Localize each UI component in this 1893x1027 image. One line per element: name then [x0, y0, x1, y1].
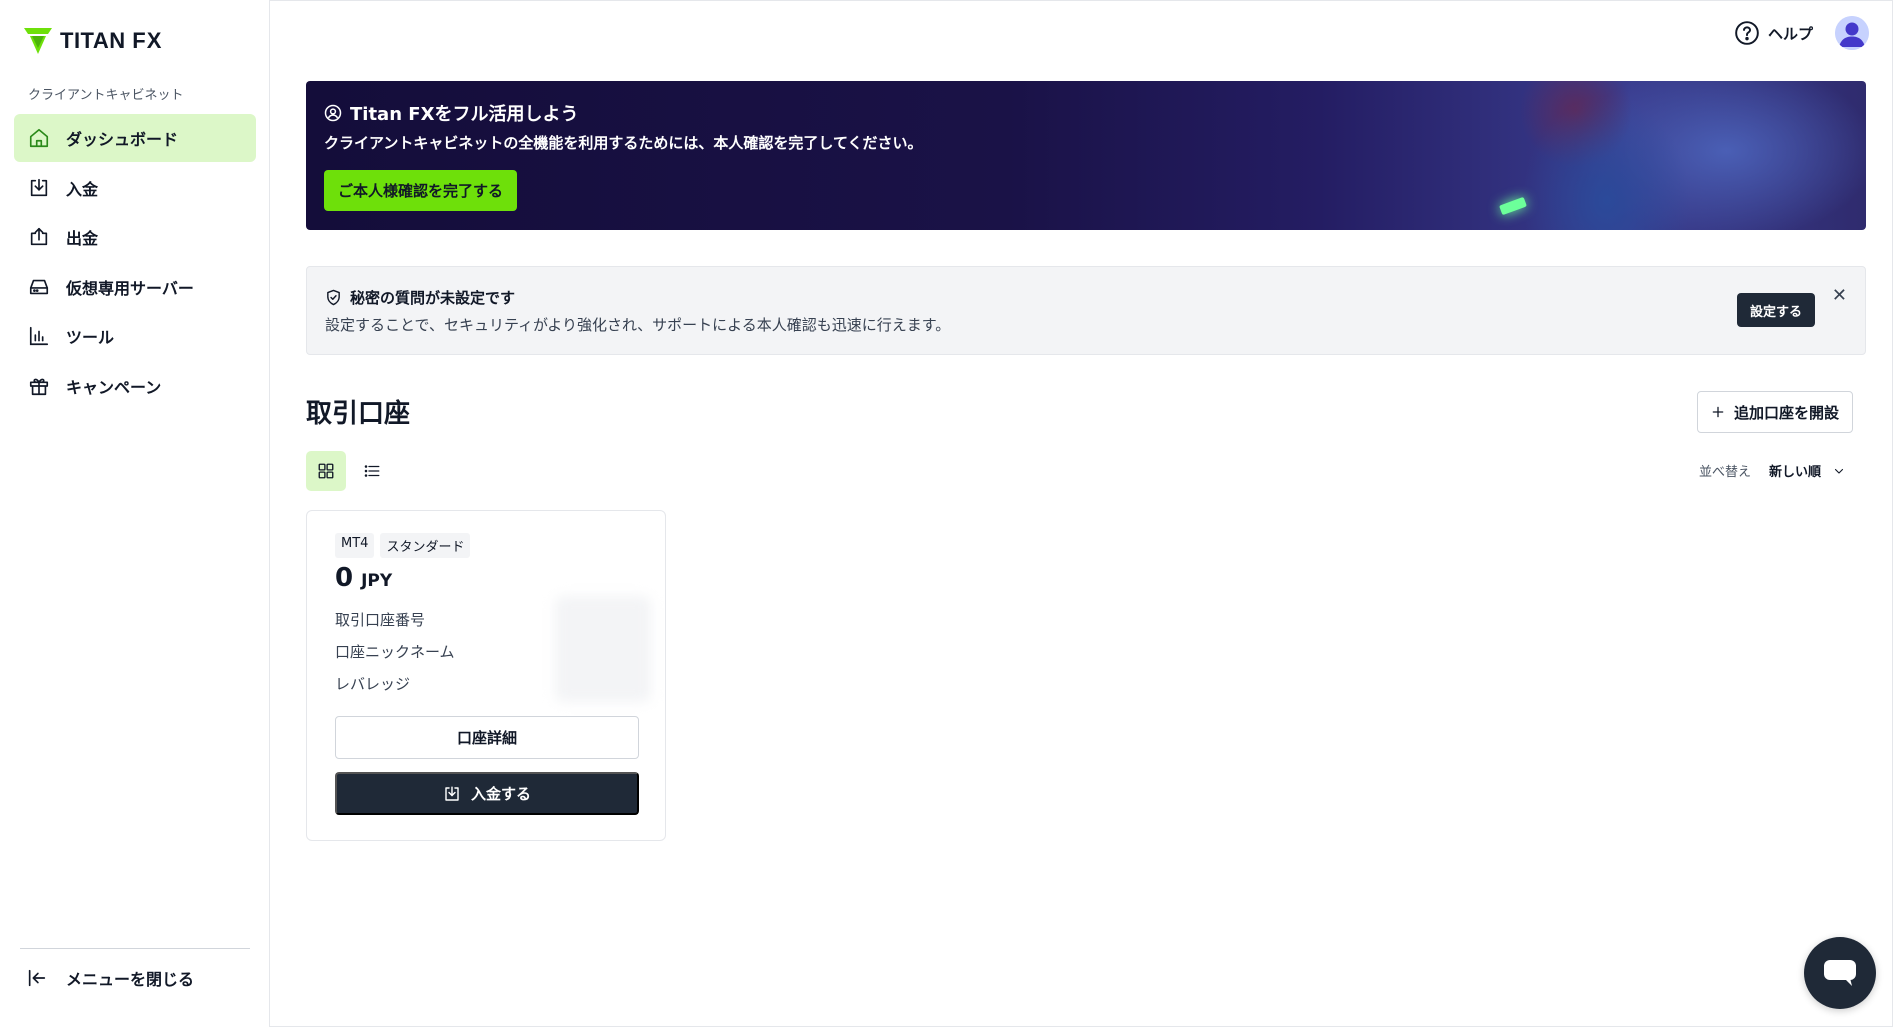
platform-tag: MT4: [335, 533, 375, 558]
sort-dropdown[interactable]: 新しい順: [1769, 461, 1845, 480]
balance-amount: 0: [335, 563, 354, 593]
chevron-down-icon: [1834, 468, 1844, 474]
banner-hero-image: [1106, 81, 1866, 230]
sidebar-item-label: キャンペーン: [66, 377, 162, 397]
account-type-tag: スタンダード: [380, 533, 471, 558]
user-circle-icon: [324, 104, 342, 122]
deposit-icon: [445, 786, 459, 801]
plus-icon: [1712, 406, 1724, 418]
chat-bubble-icon: [1824, 960, 1856, 986]
sidebar-item-vps[interactable]: 仮想専用サーバー: [14, 263, 256, 311]
chart-bars-icon: [28, 325, 50, 347]
sidebar: TITAN FX クライアントキャビネット ダッシュボード 入金 出金 仮想専用…: [0, 0, 270, 1027]
account-tags: MT4 スタンダード: [335, 533, 471, 558]
shield-check-icon: [327, 289, 340, 306]
balance-currency: JPY: [361, 571, 393, 591]
deposit-button-label: 入金する: [470, 786, 531, 803]
topbar: ヘルプ: [1734, 16, 1869, 50]
alert-description: 設定することで、セキュリティがより強化され、サポートによる本人確認も迅速に行えま…: [325, 316, 951, 334]
user-avatar[interactable]: [1835, 16, 1869, 50]
grid-icon: [318, 463, 334, 479]
open-additional-account-button[interactable]: 追加口座を開設: [1697, 391, 1854, 433]
titan-logo-icon: [24, 28, 52, 54]
sidebar-item-dashboard[interactable]: ダッシュボード: [14, 114, 256, 162]
sidebar-item-label: ダッシュボード: [66, 130, 179, 149]
sort-value: 新しい順: [1768, 465, 1821, 480]
help-button[interactable]: ヘルプ: [1734, 20, 1813, 46]
page-title: 取引口座: [306, 399, 411, 429]
home-icon: [28, 127, 50, 149]
sidebar-nav: ダッシュボード 入金 出金 仮想専用サーバー ツール キャンペーン: [14, 114, 256, 411]
deposit-button[interactable]: 入金する: [335, 772, 639, 815]
sort-label: 並べ替え: [1698, 465, 1751, 480]
account-card: MT4 スタンダード 0 JPY 取引口座番号 口座ニックネーム レバレッジ 口…: [306, 510, 666, 841]
help-label: ヘルプ: [1767, 24, 1813, 43]
withdraw-icon: [28, 226, 50, 248]
account-balance: 0 JPY: [335, 563, 392, 593]
leverage-label: レバレッジ: [335, 675, 411, 693]
collapse-menu-button[interactable]: メニューを閉じる: [26, 966, 194, 990]
sidebar-item-campaign[interactable]: キャンペーン: [14, 362, 256, 410]
set-security-question-button[interactable]: 設定する: [1736, 293, 1815, 327]
account-details-button[interactable]: 口座詳細: [335, 716, 639, 759]
sidebar-item-label: 出金: [66, 229, 99, 248]
collapse-arrow-icon: [26, 967, 48, 989]
sidebar-divider: [20, 948, 250, 949]
grid-view-button[interactable]: [306, 451, 346, 491]
close-icon[interactable]: ✕: [1832, 285, 1847, 306]
view-toggle: [306, 451, 392, 491]
chat-support-button[interactable]: [1804, 937, 1876, 1009]
account-nickname-label: 口座ニックネーム: [335, 643, 455, 661]
banner-subtitle: クライアントキャビネットの全機能を利用するためには、本人確認を完了してください。: [324, 134, 923, 152]
help-circle-icon: [1735, 21, 1759, 45]
banner-title: Titan FXをフル活用しよう: [324, 100, 578, 126]
user-icon: [1835, 16, 1869, 50]
sidebar-item-deposit[interactable]: 入金: [14, 164, 256, 212]
security-question-alert: 秘密の質問が未設定です 設定することで、セキュリティがより強化され、サポートによ…: [306, 266, 1866, 355]
sidebar-item-tools[interactable]: ツール: [14, 312, 256, 360]
sidebar-item-withdraw[interactable]: 出金: [14, 213, 256, 261]
collapse-menu-label: メニューを閉じる: [66, 970, 195, 989]
verification-banner: Titan FXをフル活用しよう クライアントキャビネットの全機能を利用するため…: [306, 81, 1866, 230]
alert-title: 秘密の質問が未設定です: [325, 287, 515, 308]
redacted-values: [555, 596, 651, 702]
add-account-label: 追加口座を開設: [1734, 404, 1840, 422]
list-view-button[interactable]: [352, 451, 392, 491]
logo-text: TITAN FX: [60, 28, 163, 53]
deposit-icon: [28, 177, 50, 199]
sidebar-item-label: 仮想専用サーバー: [66, 278, 194, 298]
sidebar-section-label: クライアントキャビネット: [28, 88, 184, 103]
account-number-label: 取引口座番号: [335, 611, 426, 629]
server-icon: [28, 276, 50, 298]
banner-title-text: Titan FXをフル活用しよう: [350, 104, 579, 125]
sort-control: 並べ替え 新しい順: [1699, 461, 1845, 480]
list-icon: [364, 465, 380, 477]
complete-verification-button[interactable]: ご本人様確認を完了する: [324, 170, 518, 211]
sidebar-item-label: 入金: [66, 179, 99, 199]
sidebar-item-label: ツール: [66, 328, 115, 347]
gift-icon: [28, 375, 50, 397]
alert-title-text: 秘密の質問が未設定です: [350, 289, 516, 307]
titan-fx-logo[interactable]: TITAN FX: [22, 26, 162, 56]
